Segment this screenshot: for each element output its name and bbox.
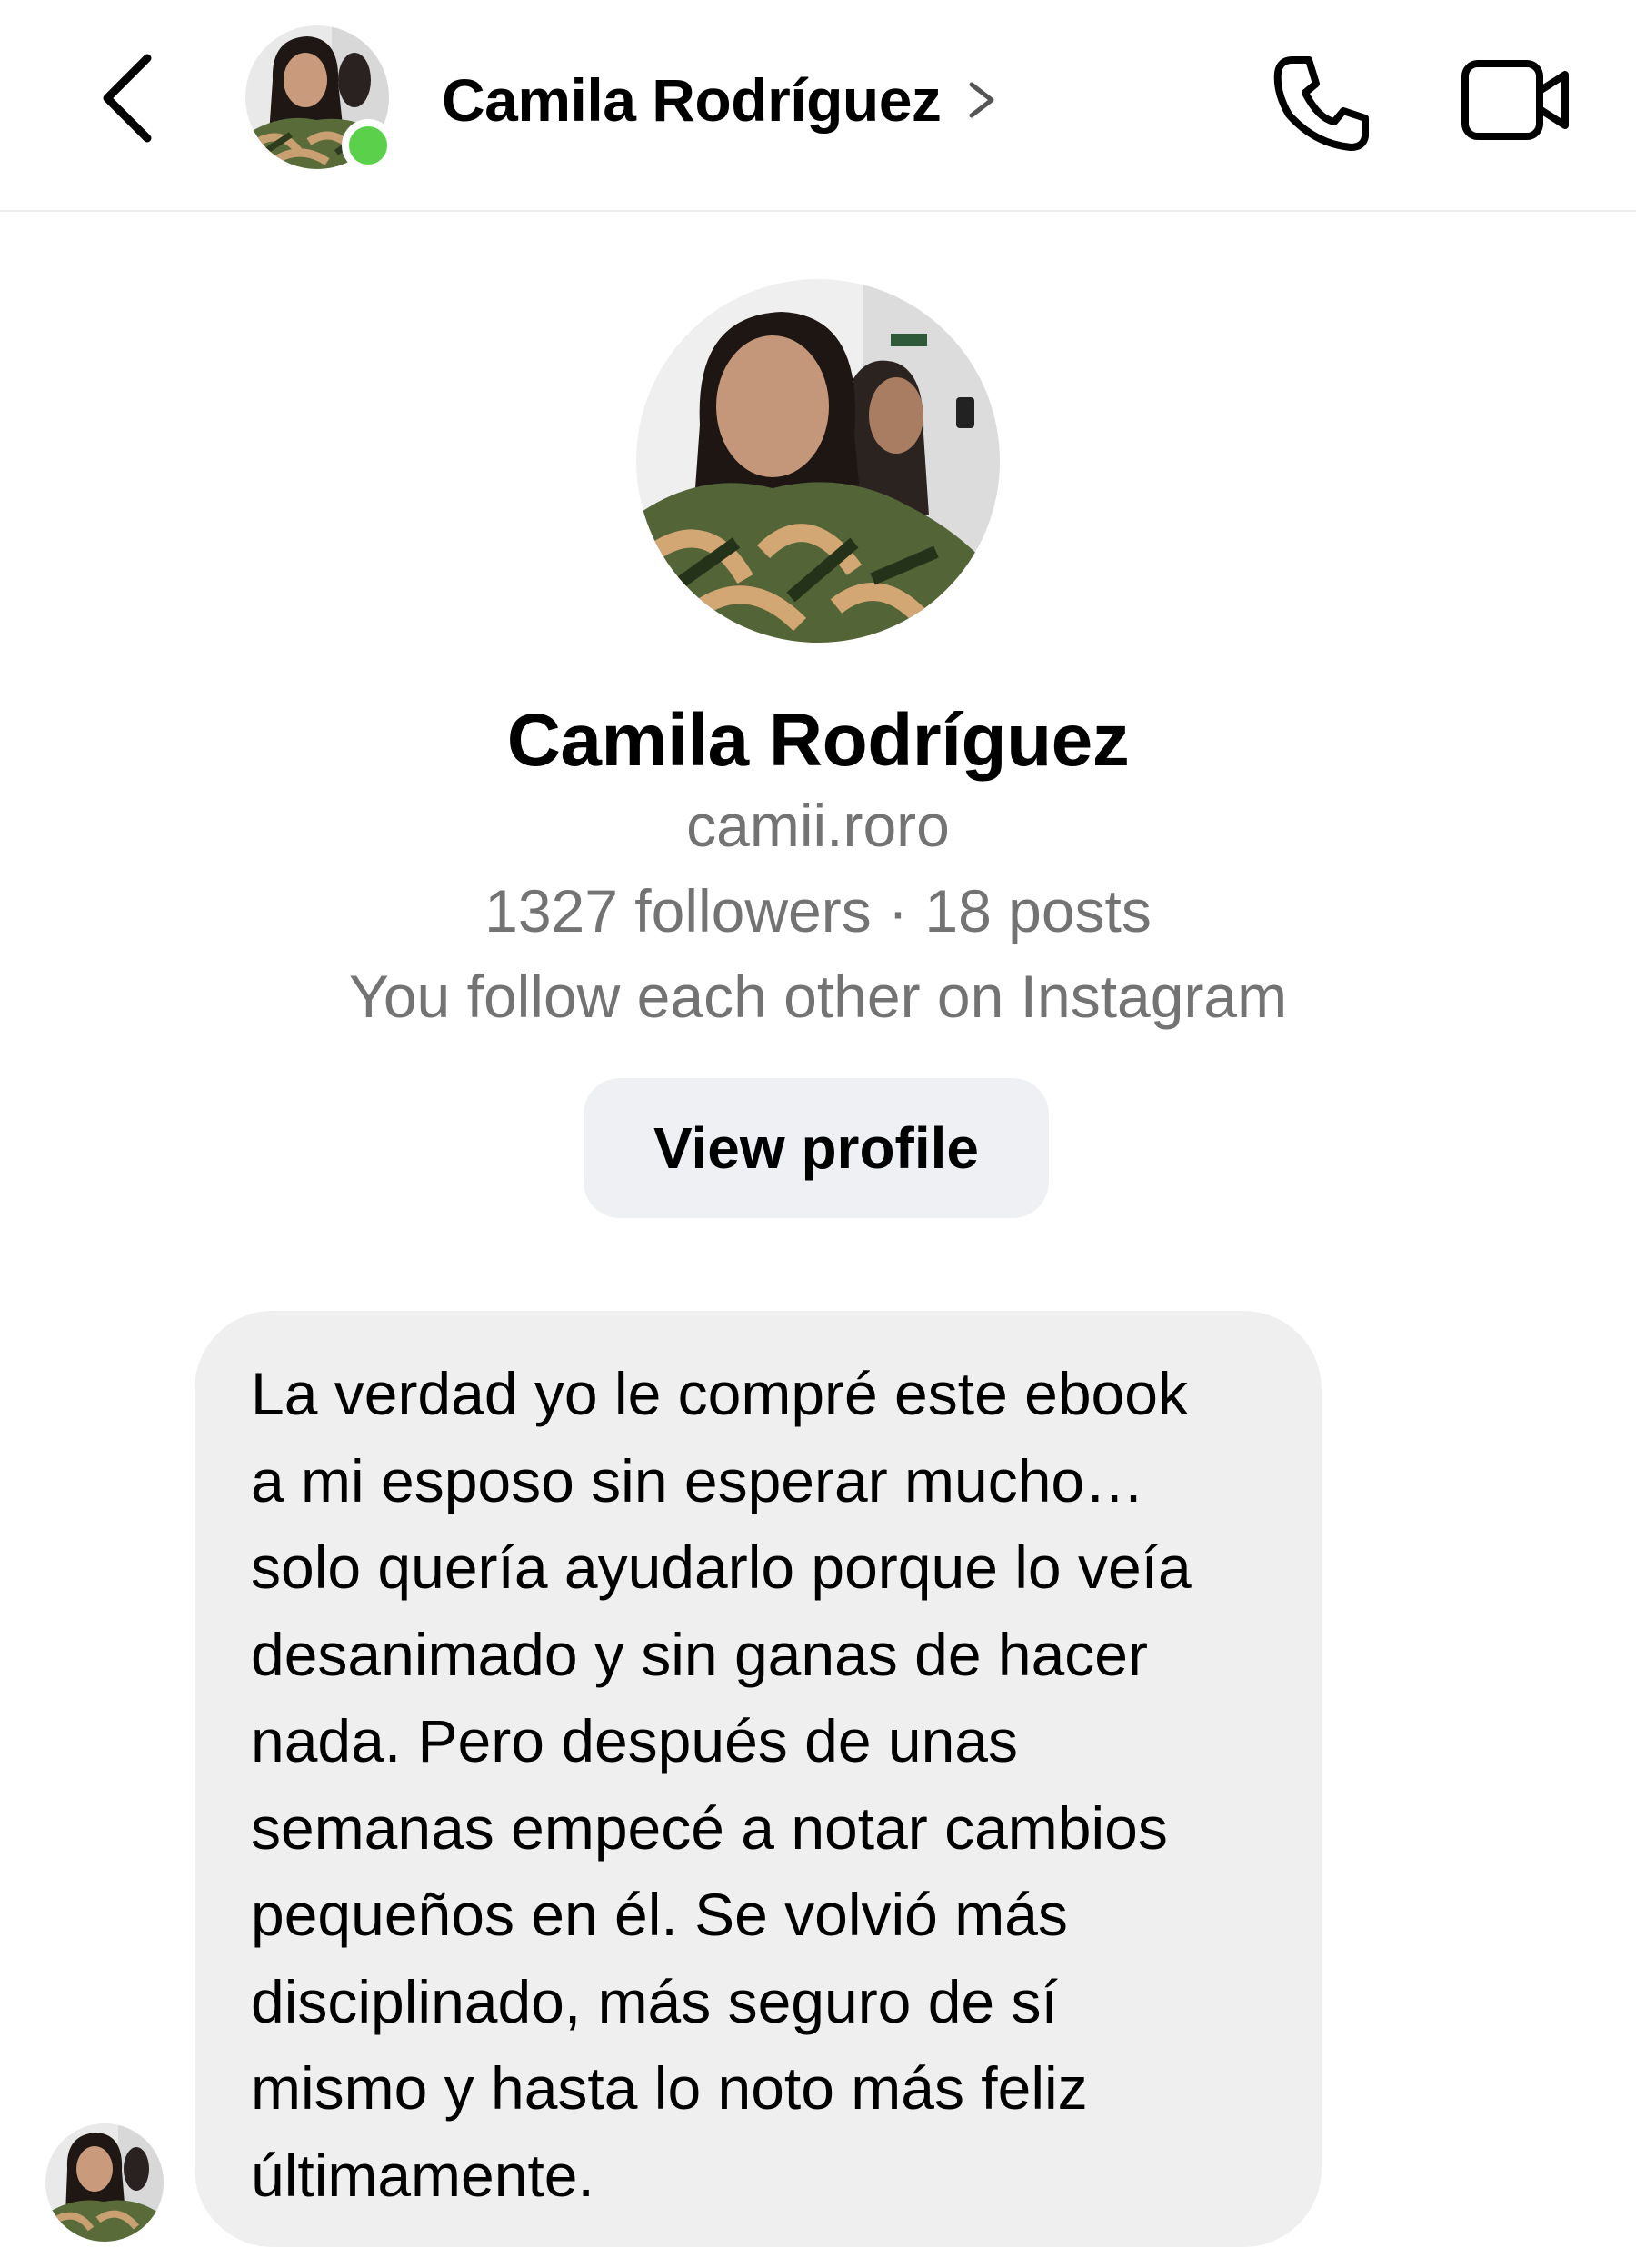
video-camera-icon xyxy=(1461,60,1569,140)
message-line: a mi esposo sin esperar mucho… xyxy=(251,1446,1145,1514)
phone-icon xyxy=(1273,56,1369,151)
audio-call-button[interactable] xyxy=(1272,53,1372,153)
profile-stats: 1327 followers · 18 posts xyxy=(484,877,1152,944)
chevron-right-icon xyxy=(969,82,994,118)
profile-photo[interactable] xyxy=(636,279,1000,643)
video-call-button[interactable] xyxy=(1460,55,1572,145)
chat-header: Camila Rodríguez xyxy=(0,0,1636,212)
view-profile-button[interactable]: View profile xyxy=(584,1078,1049,1218)
message-line: últimamente. xyxy=(251,2141,594,2209)
header-contact[interactable]: Camila Rodríguez xyxy=(442,64,997,136)
avatar-photo xyxy=(45,2123,164,2242)
message-line: desanimado y sin ganas de hacer xyxy=(251,1620,1148,1688)
message-line: solo quería ayudarlo porque lo veía xyxy=(251,1534,1192,1601)
mutual-follow-info: You follow each other on Instagram xyxy=(348,963,1288,1030)
profile-photo-image xyxy=(636,279,1000,643)
message-line: disciplinado, más seguro de sí xyxy=(251,1967,1058,2035)
message-line: semanas empecé a notar cambios xyxy=(251,1793,1168,1862)
profile-username: camii.roro xyxy=(686,792,950,859)
message-line: pequeños en él. Se volvió más xyxy=(251,1881,1068,1948)
back-button[interactable] xyxy=(91,53,164,144)
message-sender-avatar[interactable] xyxy=(45,2123,164,2242)
message-bubble[interactable]: La verdad yo le compré este ebook a mi e… xyxy=(195,1311,1322,2247)
chevron-left-icon xyxy=(103,54,152,143)
message-line: mismo y hasta lo noto más feliz xyxy=(251,2054,1088,2122)
online-status-indicator xyxy=(342,119,394,172)
profile-name: Camila Rodríguez xyxy=(506,699,1130,782)
header-contact-name: Camila Rodríguez xyxy=(442,66,942,134)
message-line: La verdad yo le compré este ebook xyxy=(251,1360,1188,1427)
message-line: nada. Pero después de unas xyxy=(251,1707,1018,1774)
